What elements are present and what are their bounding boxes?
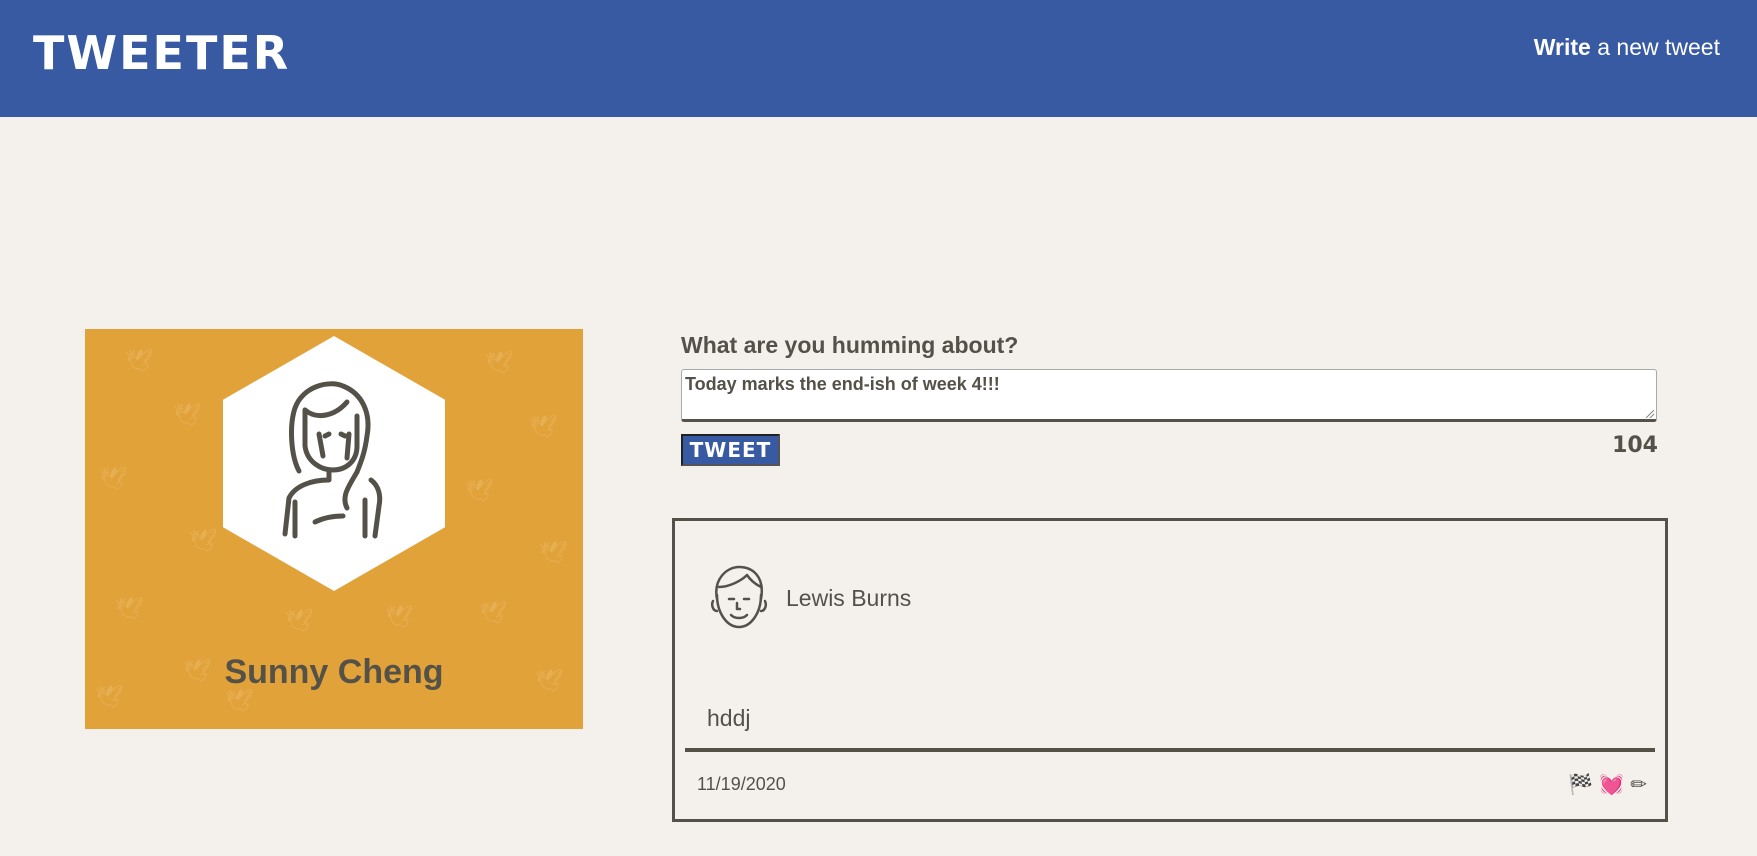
- profile-card: 🕊 🕊 🕊 🕊 🕊 🕊 🕊 🕊 🕊 🕊 🕊 🕊 🕊 🕊 🕊 🕊 Sunny Ch…: [85, 329, 583, 729]
- write-new-tweet-link[interactable]: Write a new tweet: [1534, 34, 1720, 61]
- top-navigation-bar: TWEETER Write a new tweet: [0, 0, 1757, 117]
- bird-pattern-icon: 🕊: [529, 415, 557, 440]
- man-avatar-icon: [710, 565, 768, 629]
- bird-pattern-icon: 🕊: [465, 479, 493, 504]
- bird-pattern-icon: 🕊: [479, 601, 507, 626]
- bird-pattern-icon: 🕊: [485, 351, 513, 376]
- bird-pattern-icon: 🕊: [125, 349, 153, 374]
- brand-logo: TWEETER: [33, 26, 291, 80]
- write-link-rest: a new tweet: [1590, 34, 1720, 60]
- compose-prompt-label: What are you humming about?: [681, 332, 1019, 358]
- bird-pattern-icon: 🕊: [99, 467, 127, 492]
- woman-avatar-icon: [282, 381, 383, 539]
- tweet-card: Lewis Burns hddj 11/19/2020 🏁 💓 ✏: [672, 518, 1668, 822]
- heart-icon[interactable]: 💓: [1599, 772, 1624, 796]
- bird-pattern-icon: 🕊: [285, 609, 313, 634]
- profile-avatar-hexagon: [223, 336, 445, 591]
- tweet-compose-textarea[interactable]: [681, 369, 1657, 422]
- tweet-author-name: Lewis Burns: [786, 585, 912, 611]
- character-counter: 104: [1612, 433, 1658, 458]
- tweet-actions: 🏁 💓 ✏: [1568, 772, 1647, 796]
- bird-pattern-icon: 🕊: [539, 541, 567, 566]
- tweet-body-text: hddj: [707, 705, 751, 731]
- bird-pattern-icon: 🕊: [115, 597, 143, 622]
- tweet-divider: [685, 748, 1655, 752]
- tweet-submit-button[interactable]: TWEET: [681, 434, 780, 466]
- bird-pattern-icon: 🕊: [385, 605, 413, 630]
- write-link-strong: Write: [1533, 34, 1591, 60]
- tweet-date: 11/19/2020: [697, 774, 786, 794]
- bird-pattern-icon: 🕊: [189, 529, 217, 554]
- textarea-resize-handle[interactable]: [1646, 410, 1654, 418]
- profile-name: Sunny Cheng: [224, 653, 444, 691]
- flag-icon[interactable]: 🏁: [1568, 772, 1593, 796]
- pencil-icon[interactable]: ✏: [1630, 772, 1647, 796]
- bird-pattern-icon: 🕊: [225, 689, 253, 714]
- bird-pattern-icon: 🕊: [173, 403, 201, 428]
